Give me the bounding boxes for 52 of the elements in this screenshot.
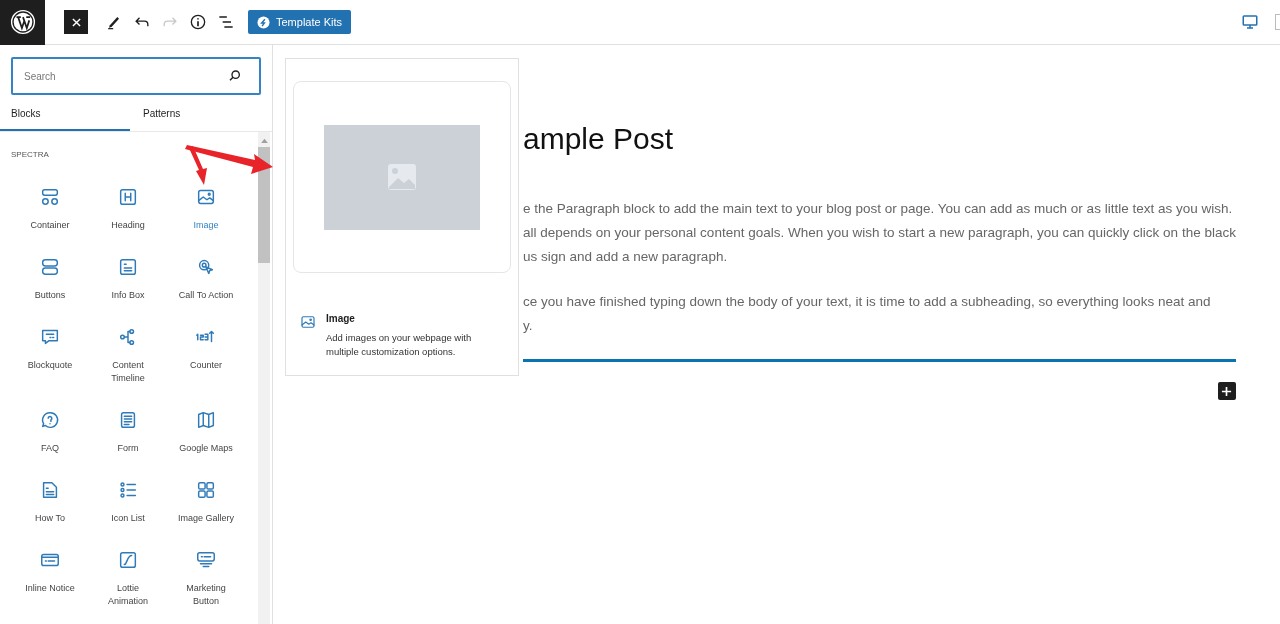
template-kits-button[interactable]: Template Kits [248, 10, 352, 34]
block-item[interactable]: Container [11, 186, 89, 232]
sidebar-tab[interactable]: Patterns [130, 99, 260, 131]
plus-icon [1221, 385, 1233, 397]
block-item[interactable]: Counter [167, 326, 245, 385]
block-item[interactable]: Image Gallery [167, 479, 245, 525]
scrollbar-thumb[interactable] [258, 147, 270, 263]
wordpress-logo[interactable] [0, 0, 45, 45]
block-item[interactable]: Buttons [11, 256, 89, 302]
category-heading: SPECTRA [10, 149, 50, 159]
block-icon [39, 186, 61, 208]
block-icon [117, 479, 139, 501]
block-item[interactable]: FAQ [11, 409, 89, 455]
block-icon [195, 409, 217, 431]
block-item[interactable]: Heading [89, 186, 167, 232]
search-field[interactable]: Search [11, 57, 261, 95]
block-item[interactable]: Blockquote [11, 326, 89, 385]
block-icon [117, 256, 139, 278]
close-button[interactable] [64, 10, 88, 34]
paragraph-text: e the Paragraph block to add the main text to your blog post or page. You can add as much or as little text as you wish. [523, 200, 1234, 218]
block-item[interactable]: How To [11, 479, 89, 525]
close-icon [71, 17, 81, 27]
paragraph-text: all depends on your personal content goals. When you wish to start a new paragraph, you can quickly click on the black [523, 224, 1236, 242]
block-icon [39, 256, 61, 278]
block-item[interactable]: Google Maps [167, 409, 245, 455]
block-item[interactable]: Content Timeline [89, 326, 167, 385]
paragraph-text: us sign and add a new paragraph. [523, 248, 729, 266]
bolt-icon [257, 15, 270, 29]
panel-toggle[interactable] [1275, 14, 1280, 30]
search-icon [227, 68, 243, 84]
paragraph-text: ce you have finished typing down the body of your text, it is time to add a subheading, so everything looks neat and [523, 293, 1212, 311]
sidebar-tab[interactable]: Blocks [0, 99, 130, 131]
desktop-icon[interactable] [1241, 13, 1259, 31]
block-item[interactable]: Inline Notice [11, 549, 89, 608]
info-icon[interactable] [188, 12, 208, 32]
block-item[interactable]: Info Box [89, 256, 167, 302]
preview-title: Image [326, 313, 356, 324]
block-icon [39, 409, 61, 431]
block-item[interactable]: Image [167, 186, 245, 232]
add-block-button[interactable] [1217, 382, 1236, 400]
paragraph-text: y. [523, 317, 534, 335]
image-icon [299, 313, 317, 331]
post-title: ample Post [523, 121, 675, 157]
block-item[interactable]: Icon List [89, 479, 167, 525]
preview-description: Add images on your webpage with multiple customization options. [326, 331, 473, 359]
block-item[interactable]: Marketing Button [167, 549, 245, 608]
block-icon [117, 186, 139, 208]
block-item[interactable]: Form [89, 409, 167, 455]
block-item[interactable]: Lottie Animation [89, 549, 167, 608]
block-item[interactable]: Call To Action [167, 256, 245, 302]
block-icon [195, 479, 217, 501]
block-icon [117, 549, 139, 571]
